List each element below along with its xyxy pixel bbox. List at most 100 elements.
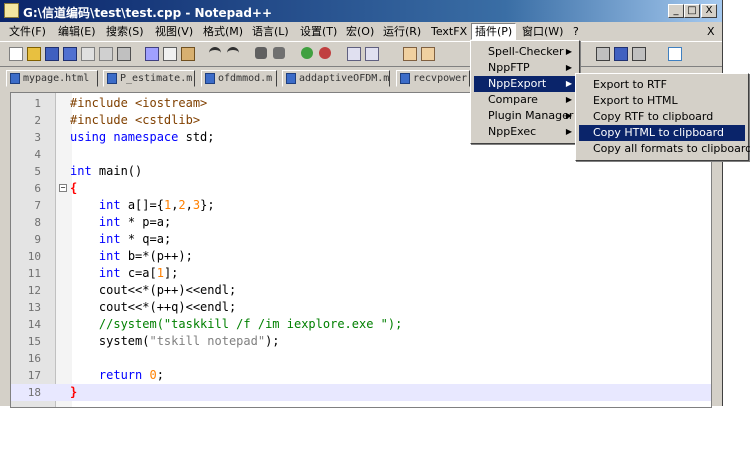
token: }: [70, 385, 78, 399]
token: int: [98, 232, 121, 246]
code-line: 17 return 0;: [11, 367, 711, 384]
token: #include: [70, 113, 136, 127]
open-file-icon[interactable]: [24, 45, 42, 62]
line-number: 10: [27, 250, 41, 263]
code-line: 9 int * q=a;: [11, 231, 711, 248]
menu-window[interactable]: 窗口(W): [519, 24, 566, 39]
close-file-icon[interactable]: [78, 45, 96, 62]
menu-format[interactable]: 格式(M): [200, 24, 246, 39]
menu-run[interactable]: 运行(R): [380, 24, 424, 39]
code-line: 16: [11, 350, 711, 367]
menu-item-label: Spell-Checker: [488, 45, 564, 58]
code-line: 14 //system("taskkill /f /im iexplore.ex…: [11, 316, 711, 333]
paste-icon[interactable]: [178, 45, 196, 62]
code-line: 11 int c=a[1];: [11, 265, 711, 282]
tab-addaptiveofdm[interactable]: addaptiveOFDM.m: [282, 70, 390, 87]
line-number: 12: [27, 284, 41, 297]
menu-item-export-rtf[interactable]: Export to RTF: [579, 77, 745, 93]
zoom-in-icon[interactable]: [298, 45, 316, 62]
line-number: 18: [27, 386, 41, 399]
tab-label: recvpower: [413, 73, 468, 84]
menu-item-nppexport[interactable]: NppExport ▶: [474, 76, 576, 92]
line-number: 16: [27, 352, 41, 365]
menu-item-copy-html[interactable]: Copy HTML to clipboard: [579, 125, 745, 141]
token: );: [265, 334, 280, 348]
close-all-icon[interactable]: [96, 45, 114, 62]
code-line: 8 int * p=a;: [11, 214, 711, 231]
word-wrap-icon[interactable]: [362, 45, 380, 62]
code-line: 5 int main(): [11, 163, 711, 180]
token: };: [200, 198, 215, 212]
print-icon[interactable]: [114, 45, 132, 62]
replace-icon[interactable]: [270, 45, 288, 62]
minimize-button[interactable]: _: [668, 4, 684, 18]
save-icon[interactable]: [42, 45, 60, 62]
menu-item-nppftp[interactable]: NppFTP ▶: [474, 60, 576, 76]
menu-view[interactable]: 视图(V): [152, 24, 196, 39]
menu-item-export-html[interactable]: Export to HTML: [579, 93, 745, 109]
cut-icon[interactable]: [142, 45, 160, 62]
line-number: 14: [27, 318, 41, 331]
menu-macro[interactable]: 宏(O): [343, 24, 377, 39]
macro-save-icon[interactable]: [629, 45, 647, 62]
close-document-button[interactable]: X: [704, 24, 718, 39]
file-icon: [205, 73, 215, 84]
sync-scroll-icon[interactable]: [344, 45, 362, 62]
menu-item-label: NppFTP: [488, 61, 530, 74]
tab-label: P_estimate.m: [120, 73, 193, 84]
menu-item-copy-all-formats[interactable]: Copy all formats to clipboard: [579, 141, 750, 157]
tab-label: ofdmmod.m: [218, 73, 273, 84]
tab-recvpower[interactable]: recvpower: [396, 70, 470, 87]
token: int: [98, 215, 121, 229]
line-number: 7: [34, 199, 41, 212]
macro-play-icon[interactable]: [593, 45, 611, 62]
tab-ofdmmod[interactable]: ofdmmod.m: [201, 70, 277, 87]
menu-item-compare[interactable]: Compare ▶: [474, 92, 576, 108]
menu-search[interactable]: 搜索(S): [103, 24, 147, 39]
menu-item-plugin-manager[interactable]: Plugin Manager ▶: [474, 108, 576, 124]
menu-item-nppexec[interactable]: NppExec ▶: [474, 124, 576, 140]
macro-run-multiple-icon[interactable]: [611, 45, 629, 62]
save-all-icon[interactable]: [60, 45, 78, 62]
redo-icon[interactable]: [224, 45, 242, 62]
tab-p-estimate[interactable]: P_estimate.m: [103, 70, 195, 87]
file-icon: [286, 73, 296, 84]
token: 2: [178, 198, 186, 212]
maximize-button[interactable]: □: [684, 4, 700, 18]
title-bar[interactable]: G:\信道编码\test\test.cpp - Notepad++ _ □ X: [0, 0, 722, 22]
menu-item-label: NppExport: [488, 77, 547, 90]
fold-toggle-icon[interactable]: −: [59, 184, 67, 192]
menu-item-spell-checker[interactable]: Spell-Checker ▶: [474, 44, 576, 60]
show-all-chars-icon[interactable]: [418, 45, 436, 62]
menu-language[interactable]: 语言(L): [249, 24, 292, 39]
token: <iostream>: [135, 96, 208, 110]
menu-help[interactable]: ?: [570, 24, 582, 39]
menu-item-copy-rtf[interactable]: Copy RTF to clipboard: [579, 109, 745, 125]
submenu-arrow-icon: ▶: [565, 63, 572, 72]
token: using namespace: [70, 130, 179, 144]
copy-icon[interactable]: [160, 45, 178, 62]
spell-check-icon[interactable]: [665, 45, 683, 62]
file-icon: [10, 73, 20, 84]
close-button[interactable]: X: [701, 4, 717, 18]
line-number: 17: [27, 369, 41, 382]
token: main(): [91, 164, 143, 178]
menu-settings[interactable]: 设置(T): [297, 24, 340, 39]
plugins-dropdown-menu: Spell-Checker ▶ NppFTP ▶ NppExport ▶ Compar…: [470, 40, 580, 144]
tab-label: addaptiveOFDM.m: [299, 73, 390, 84]
menu-file[interactable]: 文件(F): [6, 24, 49, 39]
line-number: 6: [34, 182, 41, 195]
indent-guide-icon[interactable]: [400, 45, 418, 62]
menu-textfx[interactable]: TextFX: [428, 24, 470, 39]
token: //system("taskkill /f /im iexplore.exe "…: [98, 317, 403, 331]
new-file-icon[interactable]: [6, 45, 24, 62]
find-icon[interactable]: [252, 45, 270, 62]
menu-plugins[interactable]: 插件(P): [471, 23, 517, 40]
line-number: 15: [27, 335, 41, 348]
token: * p=a;: [120, 215, 172, 229]
line-number: 3: [34, 131, 41, 144]
zoom-out-icon[interactable]: [316, 45, 334, 62]
tab-mypage-html[interactable]: mypage.html: [6, 70, 98, 87]
menu-edit[interactable]: 编辑(E): [55, 24, 99, 39]
undo-icon[interactable]: [206, 45, 224, 62]
